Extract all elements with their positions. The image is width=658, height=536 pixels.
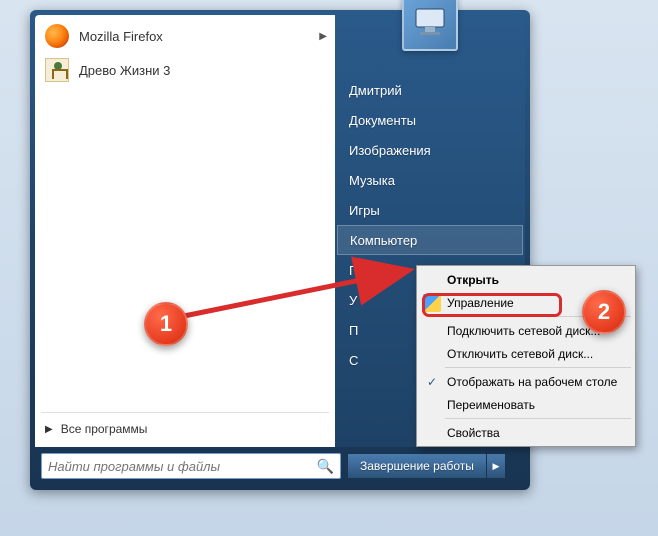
- right-item-computer[interactable]: Компьютер: [337, 225, 523, 255]
- submenu-arrow-icon: ▶: [319, 31, 327, 42]
- right-item-pictures[interactable]: Изображения: [335, 135, 525, 165]
- empty-icon: [423, 271, 441, 289]
- search-input[interactable]: [48, 459, 311, 474]
- right-item-music[interactable]: Музыка: [335, 165, 525, 195]
- program-item-firefox[interactable]: Mozilla Firefox ▶: [35, 19, 335, 53]
- all-programs-label: Все программы: [61, 422, 148, 436]
- ctx-properties[interactable]: Свойства: [419, 421, 633, 444]
- triangle-right-icon: ▶: [45, 424, 53, 435]
- ctx-rename[interactable]: Переименовать: [419, 393, 633, 416]
- separator: [445, 316, 631, 317]
- user-picture[interactable]: [402, 0, 458, 51]
- right-item-games[interactable]: Игры: [335, 195, 525, 225]
- all-programs[interactable]: ▶ Все программы: [35, 415, 335, 443]
- search-icon[interactable]: 🔍: [317, 458, 334, 475]
- ctx-open[interactable]: Открыть: [419, 268, 633, 291]
- right-item-user[interactable]: Дмитрий: [335, 75, 525, 105]
- empty-icon: [423, 322, 441, 340]
- empty-icon: [423, 345, 441, 363]
- separator: [445, 418, 631, 419]
- divider: [41, 412, 329, 413]
- empty-icon: [423, 424, 441, 442]
- program-label: Древо Жизни 3: [79, 63, 170, 78]
- programs-panel: Mozilla Firefox ▶ Древо Жизни 3 ▶ Все пр…: [35, 15, 335, 447]
- ctx-unmap-drive[interactable]: Отключить сетевой диск...: [419, 342, 633, 365]
- ctx-map-drive[interactable]: Подключить сетевой диск...: [419, 319, 633, 342]
- ctx-manage[interactable]: Управление: [419, 291, 633, 314]
- shield-icon: [423, 294, 441, 312]
- right-item-documents[interactable]: Документы: [335, 105, 525, 135]
- shutdown-arrow-button[interactable]: ▶: [486, 453, 506, 479]
- tree-icon: [43, 56, 71, 84]
- firefox-icon: [43, 22, 71, 50]
- ctx-show-desktop[interactable]: Отображать на рабочем столе: [419, 370, 633, 393]
- shutdown-group: Завершение работы ▶: [347, 453, 506, 479]
- empty-icon: [423, 396, 441, 414]
- shutdown-button[interactable]: Завершение работы: [347, 453, 486, 479]
- monitor-icon: [410, 3, 450, 43]
- bottom-row: 🔍 Завершение работы ▶: [35, 447, 525, 485]
- context-menu: Открыть Управление Подключить сетевой ди…: [416, 265, 636, 447]
- program-label: Mozilla Firefox: [79, 29, 163, 44]
- search-box[interactable]: 🔍: [41, 453, 341, 479]
- separator: [445, 367, 631, 368]
- program-item-tree[interactable]: Древо Жизни 3: [35, 53, 335, 87]
- check-icon: [423, 373, 441, 391]
